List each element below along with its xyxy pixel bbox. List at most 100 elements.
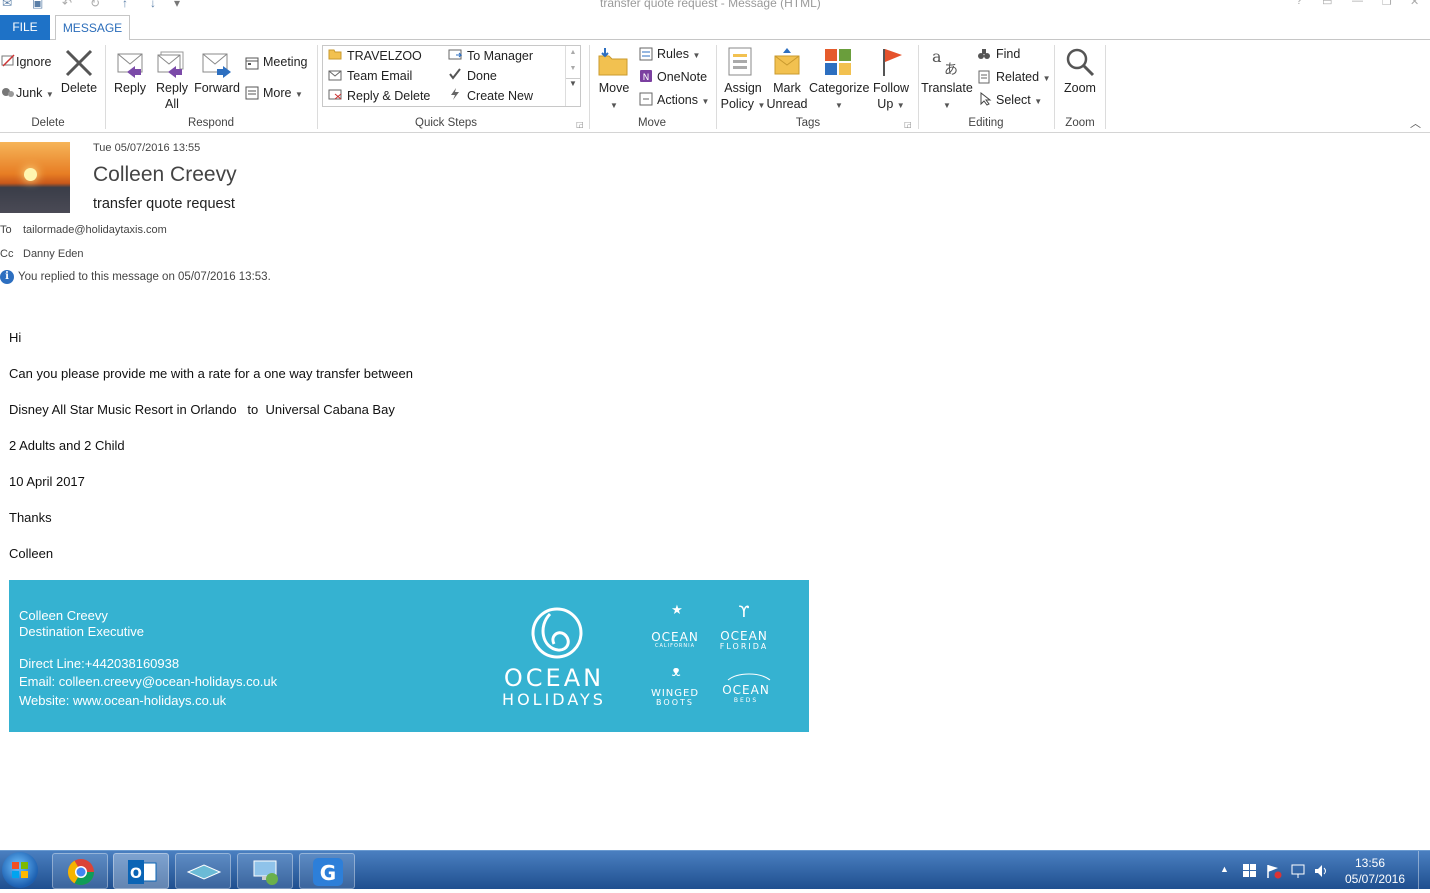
help-icon[interactable]: ?	[1296, 0, 1302, 7]
scroll-down-icon[interactable]: ▼	[566, 65, 580, 72]
remote-desktop-taskbar-button[interactable]	[237, 853, 293, 889]
close-icon[interactable]: ✕	[1410, 0, 1419, 8]
to-recipient[interactable]: tailormade@holidaytaxis.com	[23, 224, 167, 236]
sig-email[interactable]: Email: colleen.creevy@ocean-holidays.co.…	[19, 674, 277, 689]
mark-unread-icon	[774, 48, 800, 75]
quickstep-reply-delete[interactable]: Reply & Delete	[347, 89, 430, 103]
zoom-group-label: Zoom	[1065, 117, 1095, 129]
tab-file[interactable]: FILE	[0, 15, 50, 40]
action-center-icon[interactable]	[1266, 863, 1282, 879]
restore-icon[interactable]: ❐	[1382, 0, 1392, 8]
actions-icon	[639, 92, 653, 106]
flag-icon	[883, 49, 902, 76]
divider	[716, 45, 717, 129]
rules-button[interactable]: Rules ▼	[657, 47, 700, 61]
show-hidden-icons[interactable]: ▲	[1220, 864, 1229, 874]
actions-button[interactable]: Actions ▼	[657, 93, 709, 107]
chrome-taskbar-button[interactable]	[52, 853, 108, 889]
translate-label: Translate	[921, 81, 973, 95]
clock-time[interactable]: 13:56	[1345, 856, 1395, 870]
app-taskbar-button[interactable]	[175, 853, 231, 889]
rules-icon	[639, 47, 653, 61]
reply-all-button[interactable]: Reply All	[152, 80, 192, 112]
assign-policy-label-1: Assign	[724, 81, 762, 95]
minimize-icon[interactable]: —	[1352, 0, 1363, 7]
windows-flag-icon[interactable]	[1243, 864, 1257, 878]
quickstep-team-email[interactable]: Team Email	[347, 69, 412, 83]
redo-icon[interactable]: ↻	[90, 0, 100, 10]
body-line: Colleen	[9, 546, 54, 561]
expand-gallery-icon[interactable]: ▼	[566, 78, 580, 88]
g-app-taskbar-button[interactable]: G	[299, 853, 355, 889]
dialog-launcher-icon[interactable]: ◲	[904, 120, 912, 129]
divider	[1054, 45, 1055, 129]
forward-button[interactable]: Forward	[194, 80, 240, 96]
ignore-button[interactable]: Ignore	[16, 55, 51, 69]
scroll-up-icon[interactable]: ▲	[566, 49, 580, 56]
meeting-button[interactable]: Meeting	[263, 55, 307, 69]
taskbar: O G ▲ 13:56 05/07/2016	[0, 850, 1430, 890]
onenote-icon: N	[640, 70, 652, 83]
zoom-button[interactable]: Zoom	[1058, 80, 1102, 96]
customize-qat-icon[interactable]: ▾	[174, 0, 180, 10]
delete-button[interactable]: Delete	[58, 80, 100, 96]
assign-policy-icon	[728, 47, 752, 76]
star-icon: ★	[671, 603, 683, 618]
start-button[interactable]	[2, 852, 38, 888]
save-icon[interactable]: ▣	[32, 0, 43, 10]
collapse-ribbon-icon[interactable]: ︿	[1410, 115, 1421, 131]
reply-all-label-1: Reply	[156, 81, 188, 95]
quickstep-travelzoo[interactable]: TRAVELZOO	[347, 49, 422, 63]
sig-name: Colleen Creevy	[19, 608, 108, 623]
logo-holidays: HOLIDAYS	[502, 690, 606, 709]
mark-unread-label-2: Unread	[766, 97, 808, 111]
mail-icon[interactable]: ✉	[2, 0, 12, 10]
find-button[interactable]: Find	[996, 47, 1020, 61]
quick-steps-scroll[interactable]: ▲ ▼ ▼	[565, 46, 580, 106]
outlook-taskbar-button[interactable]: O	[113, 853, 169, 889]
mark-unread-label-1: Mark	[773, 81, 801, 95]
signature-banner: Colleen Creevy Destination Executive Dir…	[9, 580, 809, 732]
quickstep-to-manager[interactable]: To Manager	[467, 49, 533, 63]
up-arrow-icon[interactable]: ↑	[122, 0, 128, 10]
dialog-launcher-icon[interactable]: ◲	[576, 120, 584, 129]
undo-icon[interactable]: ↶	[62, 0, 72, 10]
clock-date[interactable]: 05/07/2016	[1340, 872, 1410, 886]
sig-website[interactable]: Website: www.ocean-holidays.co.uk	[19, 693, 226, 708]
volume-icon[interactable]	[1313, 863, 1329, 879]
sender-name[interactable]: Colleen Creevy	[93, 163, 237, 187]
svg-text:N: N	[643, 73, 650, 83]
sent-date: Tue 05/07/2016 13:55	[93, 142, 201, 154]
categorize-icon	[825, 49, 851, 75]
cc-recipient[interactable]: Danny Eden	[23, 248, 84, 260]
move-label: Move	[598, 81, 630, 95]
reply-all-label-2: All	[165, 97, 179, 111]
down-arrow-icon[interactable]: ↓	[150, 0, 156, 10]
quickstep-done[interactable]: Done	[467, 69, 497, 83]
replied-info: You replied to this message on 05/07/201…	[18, 271, 271, 283]
follow-up-button[interactable]: Follow Up ▼	[870, 80, 912, 114]
mark-unread-button[interactable]: Mark Unread	[766, 80, 808, 112]
quickstep-create-new[interactable]: Create New	[467, 89, 533, 103]
select-label: Select	[996, 93, 1031, 107]
more-button[interactable]: More ▼	[263, 86, 303, 100]
select-button[interactable]: Select ▼	[996, 93, 1042, 107]
body-line: Hi	[9, 330, 22, 345]
reply-button[interactable]: Reply	[110, 80, 150, 96]
ribbon-display-icon[interactable]: ▭	[1322, 0, 1332, 8]
assign-policy-button[interactable]: Assign Policy ▼	[720, 80, 766, 114]
show-desktop-button[interactable]	[1418, 851, 1430, 890]
tags-group-label: Tags	[795, 117, 821, 129]
related-label: Related	[996, 70, 1040, 84]
network-icon[interactable]	[1290, 863, 1306, 879]
related-button[interactable]: Related ▼	[996, 70, 1051, 84]
tab-message[interactable]: MESSAGE	[55, 15, 130, 41]
junk-button[interactable]: Junk ▼	[16, 86, 54, 100]
window-title: transfer quote request - Message (HTML)	[600, 0, 821, 10]
translate-button[interactable]: Translate ▼	[920, 80, 974, 114]
onenote-button[interactable]: OneNote	[657, 70, 707, 84]
categorize-button[interactable]: Categorize ▼	[809, 80, 869, 114]
body-line: 10 April 2017	[9, 474, 85, 489]
delete-group-label: Delete	[31, 117, 65, 129]
move-button[interactable]: Move ▼	[594, 80, 634, 114]
